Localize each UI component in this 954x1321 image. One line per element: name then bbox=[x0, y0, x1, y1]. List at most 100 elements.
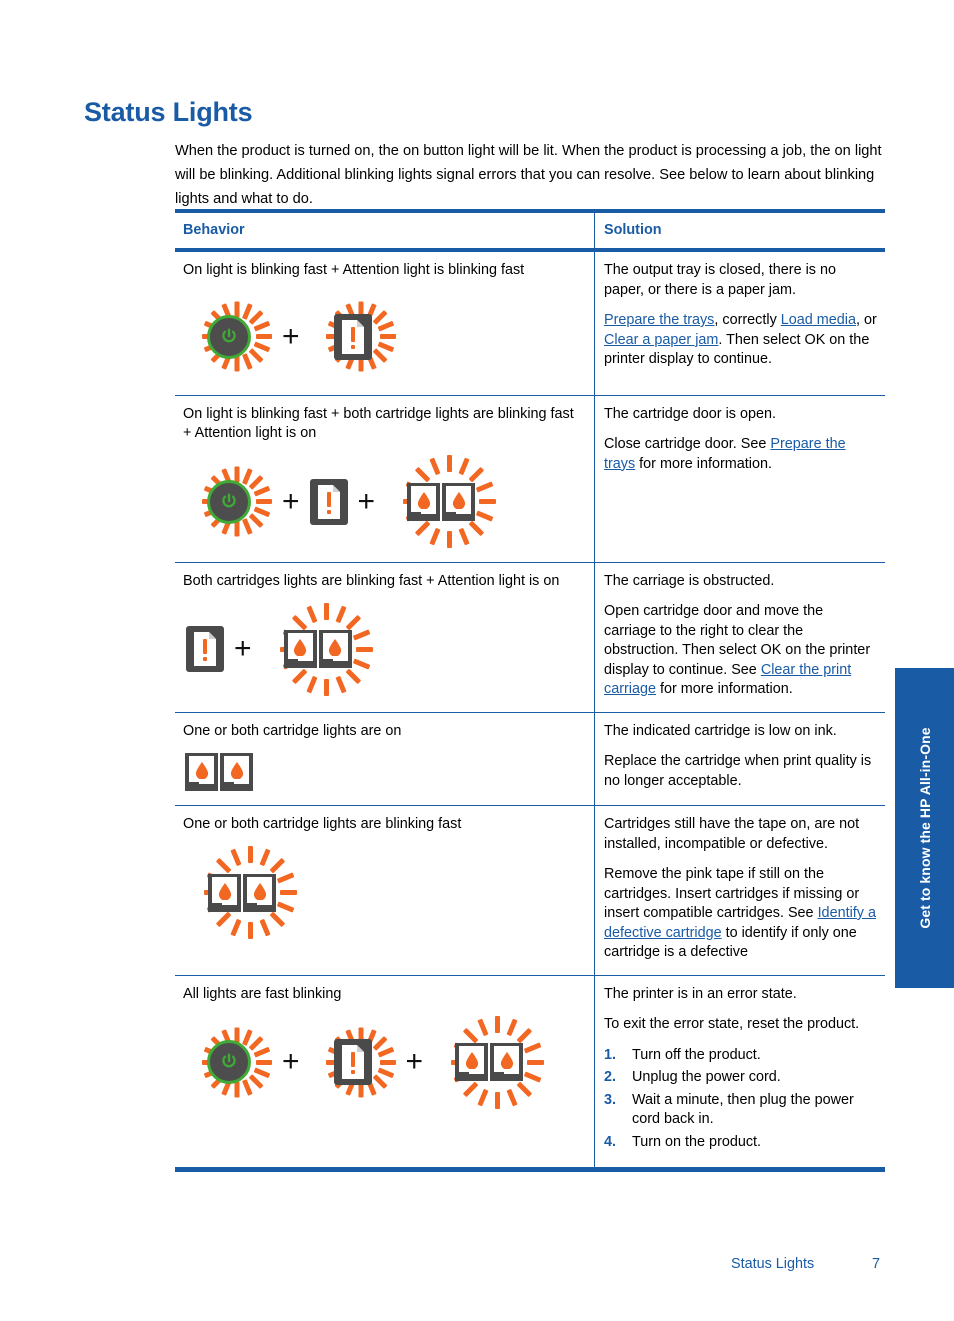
solution-paragraph: Close cartridge door. See Prepare the tr… bbox=[604, 435, 879, 474]
cartridge-glyph bbox=[407, 482, 441, 521]
solution-text: The indicated cartridge is low on ink. bbox=[604, 722, 837, 739]
solution-paragraph: Cartridges still have the tape on, are n… bbox=[604, 815, 879, 854]
footer-section-label: Status Lights bbox=[731, 1256, 815, 1272]
behavior-cell: All lights are fast blinking + + bbox=[175, 976, 594, 1168]
solution-paragraph: Remove the pink tape if still on the car… bbox=[604, 865, 879, 963]
solution-text: The cartridge door is open. bbox=[604, 405, 776, 422]
list-item: 4. Turn on the product. bbox=[604, 1133, 879, 1153]
cartridge-pair-glyph bbox=[185, 753, 253, 791]
behavior-cell: On light is blinking fast + both cartrid… bbox=[175, 396, 594, 562]
plus-separator-icon: + bbox=[234, 632, 252, 665]
power-light-icon bbox=[183, 291, 275, 383]
table-row: One or both cartridge lights are on The i… bbox=[175, 712, 885, 806]
light-pattern-illustration: + bbox=[183, 601, 578, 697]
page-footer: Status Lights 7 bbox=[0, 1256, 954, 1280]
plus-separator-icon: + bbox=[357, 484, 376, 518]
behavior-cell: One or both cartridge lights are blinkin… bbox=[175, 806, 594, 975]
table-header-row: Behavior Solution bbox=[175, 213, 885, 248]
solution-text: The carriage is obstructed. bbox=[604, 572, 775, 589]
behavior-description: On light is blinking fast + Attention li… bbox=[183, 262, 525, 278]
cartridge-glyph bbox=[220, 753, 253, 791]
table-row: All lights are fast blinking + + The printe… bbox=[175, 975, 885, 1168]
solution-cell: The indicated cartridge is low on ink. Re… bbox=[594, 713, 885, 806]
list-item: 1. Turn off the product. bbox=[604, 1046, 879, 1066]
step-text: Unplug the power cord. bbox=[632, 1069, 781, 1085]
power-button-glyph bbox=[207, 479, 251, 524]
solution-text: To exit the error state, reset the produ… bbox=[604, 1016, 860, 1032]
table-body: On light is blinking fast + Attention li… bbox=[175, 252, 885, 1167]
solution-cell: The carriage is obstructed. Open cartridg… bbox=[594, 563, 885, 712]
behavior-description: On light is blinking fast + both cartrid… bbox=[183, 405, 574, 442]
header-cell-behavior: Behavior bbox=[175, 213, 594, 248]
solution-paragraph: To exit the error state, reset the produ… bbox=[604, 1015, 879, 1035]
cartridge-glyph bbox=[318, 630, 352, 668]
plus-separator-icon: + bbox=[282, 319, 300, 353]
solution-text: for more information. bbox=[656, 681, 793, 697]
behavior-cell: One or both cartridge lights are on bbox=[175, 713, 594, 806]
power-button-glyph bbox=[207, 1040, 251, 1084]
power-light-icon bbox=[183, 1016, 275, 1108]
cartridge-glyph bbox=[442, 482, 476, 521]
behavior-cell: Both cartridges lights are blinking fast… bbox=[175, 563, 594, 712]
list-item: 3. Wait a minute, then plug the power cor… bbox=[604, 1091, 879, 1130]
attention-page-glyph bbox=[333, 313, 372, 360]
solution-text: The printer is in an error state. bbox=[604, 985, 797, 1002]
status-lights-table: Behavior Solution On light is blinking f… bbox=[175, 209, 885, 1172]
attention-light-icon bbox=[307, 291, 399, 383]
solution-text: Replace the cartridge when print quality… bbox=[604, 753, 872, 789]
attention-light-icon bbox=[307, 477, 351, 527]
step-number: 4. bbox=[604, 1133, 617, 1150]
step-number: 3. bbox=[604, 1091, 617, 1108]
attention-page-glyph bbox=[333, 1039, 372, 1085]
cross-reference-link[interactable]: Prepare the trays bbox=[604, 312, 714, 328]
step-text: Wait a minute, then plug the power cord … bbox=[632, 1091, 854, 1128]
cartridge-pair-glyph bbox=[208, 873, 276, 912]
attention-light-icon bbox=[183, 624, 227, 674]
cartridge-glyph bbox=[283, 630, 317, 668]
step-number: 1. bbox=[604, 1046, 617, 1063]
behavior-description: One or both cartridge lights are on bbox=[183, 722, 402, 739]
solution-paragraph: Replace the cartridge when print quality… bbox=[604, 752, 879, 791]
chapter-side-tab-label: Get to know the HP All-in-One bbox=[916, 727, 933, 929]
solution-cell: Cartridges still have the tape on, are n… bbox=[594, 806, 885, 975]
cartridge-pair-glyph bbox=[455, 1043, 524, 1081]
behavior-description: Both cartridges lights are blinking fast… bbox=[183, 572, 560, 589]
cross-reference-link[interactable]: Clear a paper jam bbox=[604, 332, 718, 348]
cartridge-lights-icon bbox=[259, 601, 377, 697]
attention-page-glyph bbox=[186, 626, 224, 672]
table-row: On light is blinking fast + Attention li… bbox=[175, 252, 885, 395]
light-pattern-illustration: + bbox=[183, 291, 578, 383]
list-item: 2. Unplug the power cord. bbox=[604, 1068, 879, 1088]
column-header-behavior: Behavior bbox=[183, 222, 245, 238]
cross-reference-link[interactable]: Load media bbox=[781, 312, 856, 328]
solution-paragraph: Open cartridge door and move the carriag… bbox=[604, 602, 879, 700]
behavior-description: All lights are fast blinking bbox=[183, 985, 342, 1002]
solution-cell: The cartridge door is open. Close cartrid… bbox=[594, 396, 885, 562]
plus-separator-icon: + bbox=[282, 1045, 300, 1078]
solution-steps-list: 1. Turn off the product. 2. Unplug the powe… bbox=[604, 1046, 879, 1153]
light-pattern-illustration bbox=[183, 751, 578, 793]
solution-paragraph: The output tray is closed, there is no p… bbox=[604, 261, 879, 300]
intro-paragraph: When the product is turned on, the on bu… bbox=[175, 142, 882, 207]
light-pattern-illustration: + + bbox=[183, 454, 578, 550]
step-number: 2. bbox=[604, 1069, 617, 1085]
attention-page-glyph bbox=[309, 478, 348, 525]
cartridge-pair-glyph bbox=[407, 482, 476, 521]
solution-paragraph: The printer is in an error state. bbox=[604, 985, 879, 1005]
page-title: Status Lights bbox=[84, 97, 253, 128]
solution-paragraph: The cartridge door is open. bbox=[604, 405, 879, 425]
cartridge-glyph bbox=[455, 1043, 489, 1081]
cartridge-lights-icon bbox=[183, 845, 301, 941]
light-pattern-illustration: + + bbox=[183, 1014, 578, 1110]
cartridge-glyph bbox=[490, 1043, 524, 1081]
behavior-description: One or both cartridge lights are blinkin… bbox=[183, 816, 462, 832]
power-light-icon bbox=[183, 456, 275, 548]
power-button-glyph bbox=[207, 314, 251, 359]
solution-cell: The output tray is closed, there is no p… bbox=[594, 252, 885, 395]
cartridge-glyph bbox=[208, 873, 241, 912]
step-text: Turn off the product. bbox=[632, 1046, 761, 1063]
table-row: One or both cartridge lights are blinkin… bbox=[175, 806, 885, 975]
solution-paragraph: Prepare the trays, correctly Load media,… bbox=[604, 311, 879, 370]
solution-text: for more information. bbox=[635, 455, 772, 472]
solution-cell: The printer is in an error state. To exit… bbox=[594, 976, 885, 1168]
